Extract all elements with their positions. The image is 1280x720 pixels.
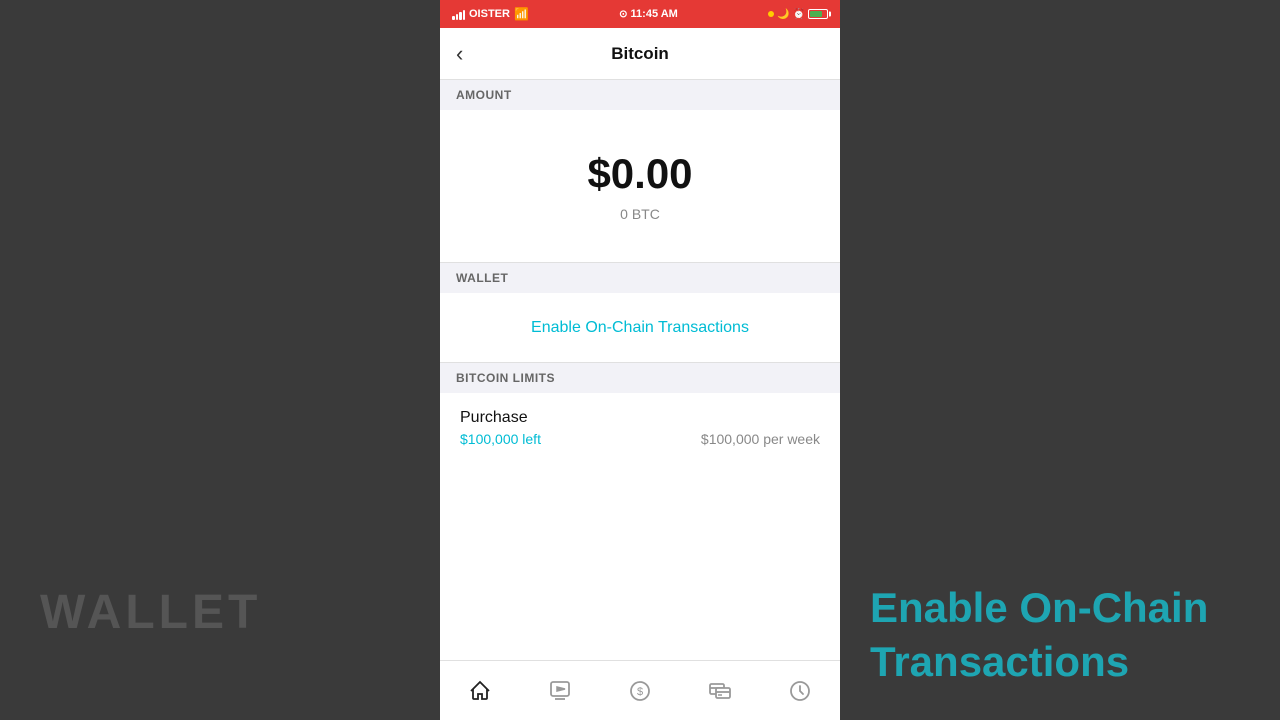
background-left: WALLET bbox=[0, 0, 440, 720]
dot-indicator bbox=[768, 11, 774, 17]
bg-right-text: Enable On-Chain Transactions bbox=[870, 581, 1250, 690]
page-header: ‹ Bitcoin bbox=[440, 28, 840, 80]
status-left: OISTER 📶 bbox=[452, 7, 529, 21]
page-title: Bitcoin bbox=[611, 44, 669, 64]
battery-icon bbox=[808, 9, 828, 19]
wallet-section: Enable On-Chain Transactions bbox=[440, 293, 840, 363]
background-right: Enable On-Chain Transactions bbox=[840, 0, 1280, 720]
dollar-icon: $ bbox=[628, 679, 652, 703]
svg-text:$: $ bbox=[637, 686, 643, 698]
amount-btc: 0 BTC bbox=[620, 206, 660, 222]
amount-section: $0.00 0 BTC bbox=[440, 110, 840, 263]
wallet-section-header: WALLET bbox=[440, 263, 840, 293]
moon-icon: 🌙 bbox=[777, 9, 789, 20]
phone-container: OISTER 📶 ⊙ 11:45 AM 🌙 ⏰ ‹ Bitcoin AMOUNT… bbox=[440, 0, 840, 720]
wifi-icon: 📶 bbox=[514, 7, 529, 21]
alarm-icon: ⏰ bbox=[793, 9, 805, 20]
home-icon bbox=[468, 679, 492, 703]
battery-fill bbox=[810, 11, 822, 17]
back-button[interactable]: ‹ bbox=[456, 43, 463, 65]
status-right: 🌙 ⏰ bbox=[768, 9, 828, 20]
amount-usd: $0.00 bbox=[587, 150, 692, 198]
purchase-left-amount: $100,000 left bbox=[460, 431, 541, 447]
limits-section: Purchase $100,000 left $100,000 per week bbox=[440, 393, 840, 463]
clock-icon bbox=[788, 679, 812, 703]
main-content: AMOUNT $0.00 0 BTC WALLET Enable On-Chai… bbox=[440, 80, 840, 660]
nav-item-activity[interactable] bbox=[538, 675, 582, 707]
limits-section-header: BITCOIN LIMITS bbox=[440, 363, 840, 393]
enable-onchain-link[interactable]: Enable On-Chain Transactions bbox=[531, 319, 749, 337]
status-bar: OISTER 📶 ⊙ 11:45 AM 🌙 ⏰ bbox=[440, 0, 840, 28]
status-center: ⊙ 11:45 AM bbox=[619, 8, 678, 20]
amount-section-header: AMOUNT bbox=[440, 80, 840, 110]
nav-item-card[interactable] bbox=[698, 675, 742, 707]
purchase-per-week: $100,000 per week bbox=[701, 431, 820, 447]
target-icon: ⊙ bbox=[619, 9, 627, 20]
purchase-limit-row: $100,000 left $100,000 per week bbox=[460, 431, 820, 447]
bottom-navigation: $ bbox=[440, 660, 840, 720]
signal-icon bbox=[452, 8, 465, 20]
bg-wallet-text: WALLET bbox=[40, 585, 400, 640]
nav-item-history[interactable] bbox=[778, 675, 822, 707]
nav-item-home[interactable] bbox=[458, 675, 502, 707]
nav-item-cash[interactable]: $ bbox=[618, 675, 662, 707]
clock-time: 11:45 AM bbox=[631, 8, 678, 20]
carrier-name: OISTER bbox=[469, 8, 510, 20]
purchase-label: Purchase bbox=[460, 409, 820, 427]
play-icon bbox=[548, 679, 572, 703]
card-icon bbox=[708, 679, 732, 703]
